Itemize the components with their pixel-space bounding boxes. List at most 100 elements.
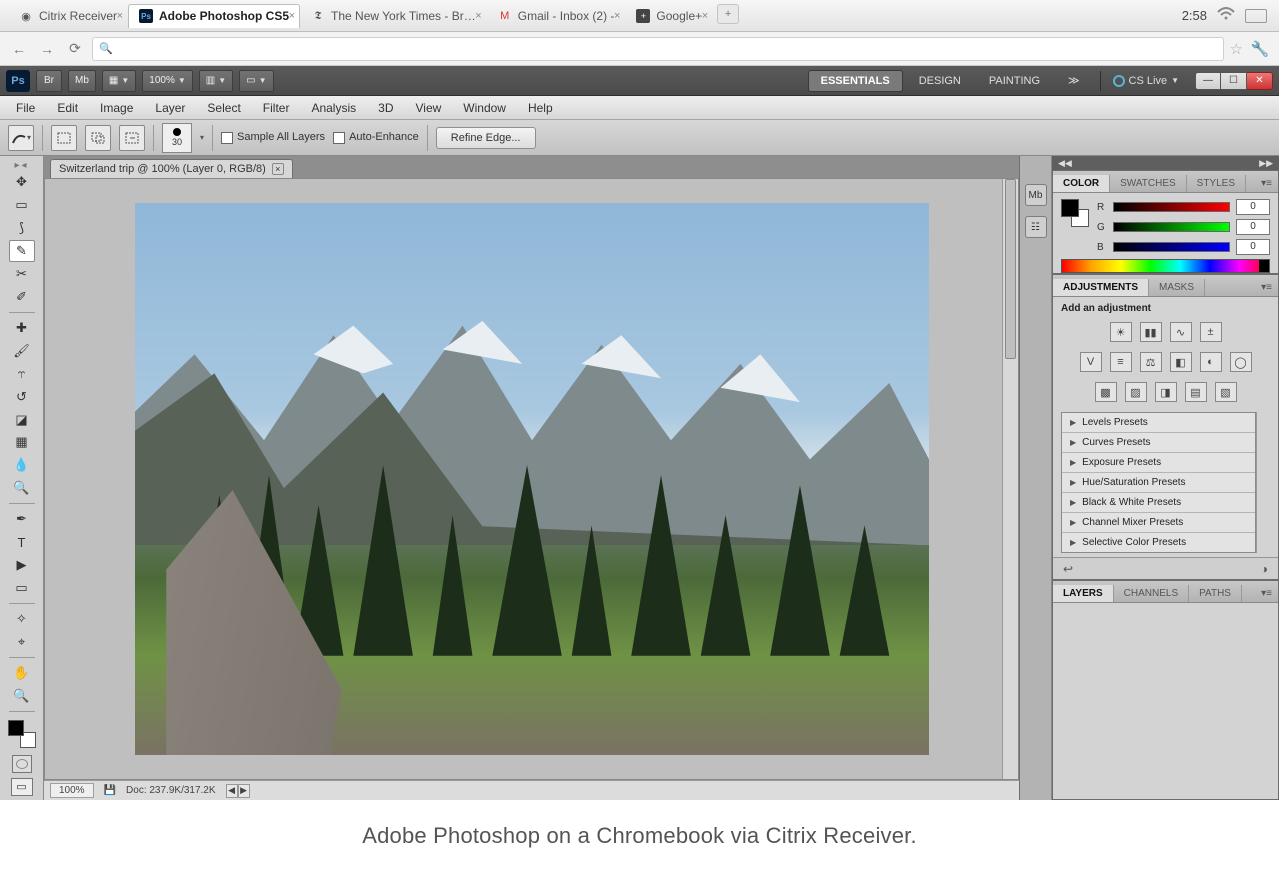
- menu-edit[interactable]: Edit: [47, 98, 88, 118]
- menu-analysis[interactable]: Analysis: [301, 98, 366, 118]
- brightness-icon[interactable]: ☀: [1110, 322, 1132, 342]
- move-tool[interactable]: ✥: [9, 171, 35, 193]
- dodge-tool[interactable]: 🔍: [9, 477, 35, 499]
- tab-paths[interactable]: PATHS: [1189, 585, 1242, 602]
- menu-layer[interactable]: Layer: [145, 98, 195, 118]
- brush-size-picker[interactable]: 30: [162, 123, 192, 153]
- preset-levels[interactable]: ▶Levels Presets: [1062, 413, 1255, 433]
- type-tool[interactable]: T: [9, 531, 35, 553]
- color-balance-icon[interactable]: ⚖: [1140, 352, 1162, 372]
- menu-window[interactable]: Window: [453, 98, 516, 118]
- chevron-down-icon[interactable]: ▾: [200, 133, 204, 142]
- workspace-more[interactable]: ≫: [1056, 70, 1092, 91]
- auto-enhance-checkbox[interactable]: Auto-Enhance: [333, 131, 419, 143]
- canvas-area[interactable]: [44, 178, 1019, 780]
- gradient-tool[interactable]: ▦: [9, 432, 35, 454]
- workspace-essentials[interactable]: ESSENTIALS: [808, 70, 903, 92]
- tab-masks[interactable]: MASKS: [1149, 279, 1205, 296]
- 3d-camera-tool[interactable]: ⌖: [9, 631, 35, 653]
- adjust-foot-right-icon[interactable]: ◑: [1261, 562, 1268, 576]
- tab-styles[interactable]: STYLES: [1187, 175, 1246, 192]
- levels-icon[interactable]: ▮▮: [1140, 322, 1162, 342]
- menu-select[interactable]: Select: [197, 98, 250, 118]
- brush-tool[interactable]: 🖌: [9, 340, 35, 362]
- stamp-tool[interactable]: ⥾: [9, 363, 35, 385]
- zoom-level[interactable]: 100% ▼: [142, 70, 193, 92]
- adjust-foot-left-icon[interactable]: ↩: [1063, 562, 1073, 576]
- tab-adjustments[interactable]: ADJUSTMENTS: [1053, 279, 1149, 296]
- invert-icon[interactable]: ▩: [1095, 382, 1117, 402]
- preset-channel-mixer[interactable]: ▶Channel Mixer Presets: [1062, 513, 1255, 533]
- document-canvas[interactable]: [135, 203, 929, 755]
- arrange-button[interactable]: ▥ ▼: [199, 70, 233, 92]
- document-tab[interactable]: Switzerland trip @ 100% (Layer 0, RGB/8)…: [50, 159, 293, 178]
- panel-menu-icon[interactable]: ▾≡: [1255, 175, 1278, 192]
- menu-image[interactable]: Image: [90, 98, 143, 118]
- panel-fg-bg-swatch[interactable]: [1061, 199, 1089, 227]
- menu-view[interactable]: View: [405, 98, 451, 118]
- layers-body[interactable]: [1053, 603, 1278, 799]
- quick-select-tool[interactable]: ✎: [9, 240, 35, 262]
- healing-tool[interactable]: ✚: [9, 317, 35, 339]
- workspace-painting[interactable]: PAINTING: [977, 71, 1052, 91]
- tab-color[interactable]: COLOR: [1053, 175, 1110, 192]
- cs-live-button[interactable]: CS Live▼: [1109, 75, 1183, 87]
- posterize-icon[interactable]: ▨: [1125, 382, 1147, 402]
- close-button[interactable]: ✕: [1247, 72, 1273, 90]
- pen-tool[interactable]: ✒: [9, 508, 35, 530]
- close-icon[interactable]: ×: [614, 10, 620, 22]
- bw-icon[interactable]: ◧: [1170, 352, 1192, 372]
- refine-edge-button[interactable]: Refine Edge...: [436, 127, 536, 149]
- preset-exposure[interactable]: ▶Exposure Presets: [1062, 453, 1255, 473]
- menu-3d[interactable]: 3D: [368, 98, 403, 118]
- b-value[interactable]: 0: [1236, 239, 1270, 255]
- fg-bg-colors[interactable]: [8, 720, 36, 748]
- minibridge-button[interactable]: Mb: [68, 70, 96, 92]
- menu-filter[interactable]: Filter: [253, 98, 300, 118]
- quick-mask-button[interactable]: [12, 755, 32, 773]
- lasso-tool[interactable]: ⟆: [9, 217, 35, 239]
- r-value[interactable]: 0: [1236, 199, 1270, 215]
- close-icon[interactable]: ×: [289, 10, 295, 22]
- scroll-left-icon[interactable]: ◀: [226, 784, 238, 798]
- eyedropper-tool[interactable]: ✐: [9, 286, 35, 308]
- omnibox[interactable]: 🔍: [92, 37, 1224, 61]
- preset-bw[interactable]: ▶Black & White Presets: [1062, 493, 1255, 513]
- g-slider[interactable]: [1113, 222, 1230, 232]
- status-zoom[interactable]: 100%: [50, 783, 94, 798]
- view-extras-button[interactable]: ▦ ▼: [102, 70, 136, 92]
- new-tab-button[interactable]: +: [717, 4, 739, 24]
- tab-swatches[interactable]: SWATCHES: [1110, 175, 1187, 192]
- curves-icon[interactable]: ∿: [1170, 322, 1192, 342]
- tab-channels[interactable]: CHANNELS: [1114, 585, 1189, 602]
- panel-menu-icon[interactable]: ▾≡: [1255, 585, 1278, 602]
- back-button[interactable]: ←: [8, 38, 30, 60]
- history-brush-tool[interactable]: ↺: [9, 386, 35, 408]
- os-tab-nyt[interactable]: 𝕿 The New York Times - Br… ×: [300, 4, 487, 28]
- r-slider[interactable]: [1113, 202, 1230, 212]
- preset-curves[interactable]: ▶Curves Presets: [1062, 433, 1255, 453]
- crop-tool[interactable]: ✂: [9, 263, 35, 285]
- zoom-tool[interactable]: 🔍: [9, 685, 35, 707]
- menu-file[interactable]: File: [6, 98, 45, 118]
- forward-button[interactable]: →: [36, 38, 58, 60]
- photo-filter-icon[interactable]: ◐: [1200, 352, 1222, 372]
- close-icon[interactable]: ×: [117, 10, 123, 22]
- exposure-icon[interactable]: ±: [1200, 322, 1222, 342]
- selective-color-icon[interactable]: ▧: [1215, 382, 1237, 402]
- bridge-button[interactable]: Br: [36, 70, 62, 92]
- path-select-tool[interactable]: ▶: [9, 554, 35, 576]
- wrench-icon[interactable]: 🔧: [1249, 38, 1271, 60]
- close-icon[interactable]: ×: [272, 163, 284, 175]
- horizontal-scrollbar[interactable]: [264, 784, 1013, 798]
- blur-tool[interactable]: 💧: [9, 454, 35, 476]
- vertical-scrollbar[interactable]: [1002, 179, 1018, 779]
- history-dock-icon[interactable]: ☷: [1025, 216, 1047, 238]
- marquee-tool[interactable]: ▭: [9, 194, 35, 216]
- tool-preset-picker[interactable]: ▾: [8, 125, 34, 151]
- color-spectrum[interactable]: [1061, 259, 1270, 273]
- channel-mixer-icon[interactable]: ◯: [1230, 352, 1252, 372]
- workspace-design[interactable]: DESIGN: [907, 71, 973, 91]
- menu-help[interactable]: Help: [518, 98, 563, 118]
- preset-selective-color[interactable]: ▶Selective Color Presets: [1062, 533, 1255, 552]
